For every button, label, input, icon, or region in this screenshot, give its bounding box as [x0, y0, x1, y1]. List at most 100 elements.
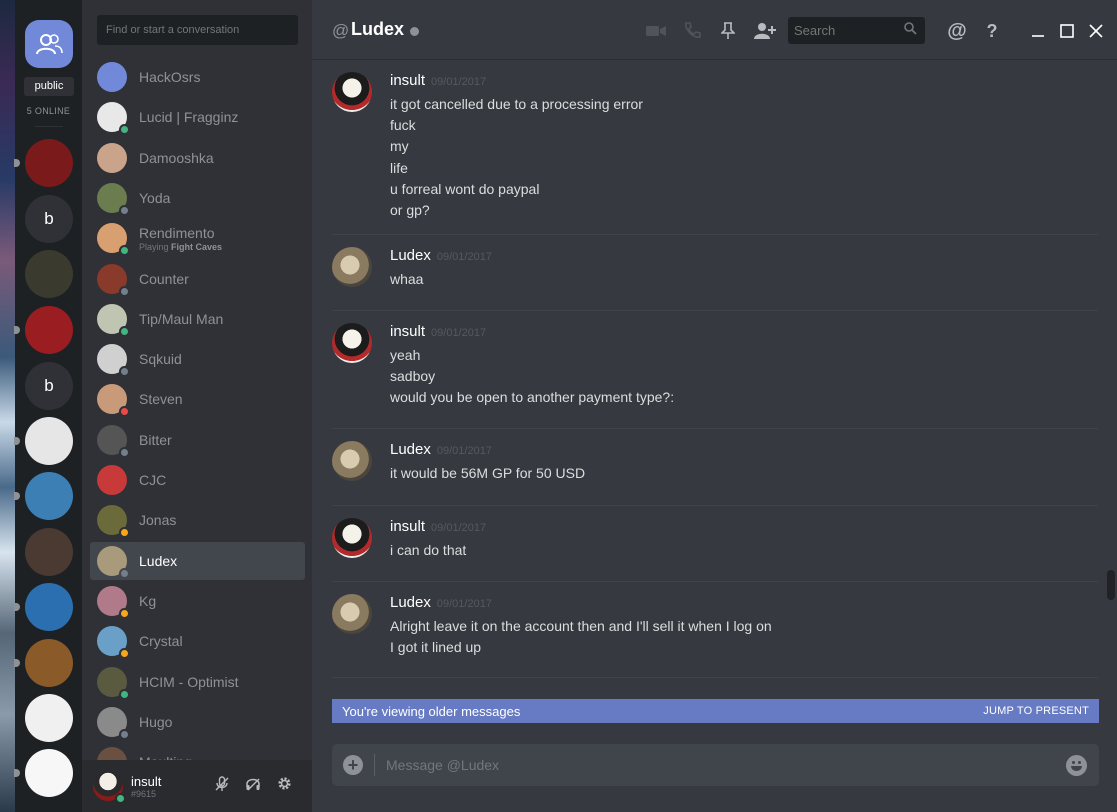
message-search[interactable] — [788, 17, 925, 44]
message-group: Ludex 09/01/2017 it would be 56M GP for 50… — [332, 429, 1098, 506]
message-text: u forreal wont do paypal — [390, 180, 540, 197]
dm-name: Damooshka — [139, 149, 214, 166]
older-messages-label: You're viewing older messages — [342, 703, 521, 719]
dm-item[interactable]: Yoda — [90, 179, 305, 217]
message-avatar[interactable] — [332, 594, 372, 634]
message-text: it got cancelled due to a processing err… — [390, 96, 643, 112]
dm-avatar — [97, 303, 130, 337]
conversation-search-input[interactable] — [97, 15, 298, 45]
status-dot — [119, 648, 130, 660]
dm-avatar — [97, 102, 130, 136]
message-author[interactable]: Ludex — [390, 441, 431, 458]
close-icon[interactable] — [1087, 20, 1105, 42]
message-avatar[interactable] — [332, 247, 372, 287]
server-icon[interactable] — [25, 583, 73, 631]
status-dot — [119, 406, 130, 418]
message-author[interactable]: Ludex — [390, 247, 431, 264]
message-avatar[interactable] — [332, 441, 372, 481]
message-timestamp: 09/01/2017 — [436, 598, 492, 610]
mentions-icon[interactable]: @ — [946, 20, 968, 42]
server-icon[interactable] — [25, 472, 73, 520]
dm-avatar — [97, 626, 130, 660]
dm-item[interactable]: Crystal — [90, 622, 305, 660]
message-avatar[interactable] — [332, 72, 372, 112]
dm-item[interactable]: Tip/Maul Man — [90, 300, 305, 338]
dm-avatar — [97, 585, 130, 619]
dm-item[interactable]: Bitter — [90, 421, 305, 459]
server-icon[interactable]: b — [25, 362, 73, 410]
dm-name: Sqkuid — [139, 351, 182, 368]
server-icon[interactable] — [25, 250, 73, 298]
dm-item[interactable]: Lucid | Fragginz — [90, 98, 305, 136]
dm-name: HCIM - Optimist — [139, 673, 239, 690]
emoji-icon[interactable] — [1066, 755, 1087, 776]
server-icon[interactable] — [25, 306, 73, 354]
server-icon[interactable] — [25, 417, 73, 465]
message-scrollbar[interactable] — [1107, 60, 1115, 740]
dm-item[interactable]: Counter — [90, 260, 305, 298]
message-group: Ludex 09/01/2017 Alright leave it on the a… — [332, 582, 1098, 678]
voice-call-icon[interactable] — [681, 20, 703, 42]
message-list[interactable]: insult 09/01/2017 it got cancelled due to … — [312, 60, 1107, 740]
mute-mic-icon[interactable] — [212, 776, 232, 796]
dm-item[interactable]: Jonas — [90, 501, 305, 539]
message-timestamp: 09/01/2017 — [431, 76, 487, 88]
home-button[interactable] — [25, 20, 73, 68]
server-icon[interactable] — [25, 639, 73, 687]
status-dot — [119, 204, 130, 216]
deafen-headphones-icon[interactable] — [243, 776, 263, 796]
dm-item[interactable]: Kg — [90, 582, 305, 620]
online-count: 5 ONLINE — [26, 106, 71, 116]
server-icon[interactable] — [25, 694, 73, 742]
search-icon — [904, 22, 917, 38]
dm-name: HackOsrs — [139, 69, 201, 85]
dm-item[interactable]: CJC — [90, 461, 305, 499]
message-text: my — [390, 138, 409, 155]
message-author[interactable]: insult — [390, 323, 425, 340]
dm-item[interactable]: Hugo — [90, 703, 305, 741]
message-timestamp: 09/01/2017 — [436, 251, 492, 263]
dm-avatar — [97, 263, 130, 297]
dm-avatar — [97, 142, 127, 173]
video-call-icon[interactable] — [645, 20, 667, 42]
add-friend-icon[interactable] — [753, 20, 777, 42]
upload-plus-icon[interactable]: + — [343, 755, 363, 775]
dm-item[interactable]: HackOsrs — [90, 58, 305, 96]
jump-to-present-button[interactable]: JUMP TO PRESENT — [983, 705, 1089, 717]
server-unread-pip — [14, 437, 20, 445]
message-text: sadboy — [390, 368, 436, 385]
maximize-icon[interactable] — [1058, 20, 1076, 42]
dm-activity: Playing Fight Caves — [139, 242, 222, 252]
message-text: whaa — [390, 271, 424, 287]
desktop-background-strip — [0, 0, 15, 812]
status-dot — [119, 124, 130, 136]
message-input[interactable] — [386, 744, 1046, 786]
dm-item[interactable]: Steven — [90, 380, 305, 418]
server-icon[interactable]: b — [25, 195, 73, 243]
dm-item[interactable]: Damooshka — [90, 139, 305, 177]
help-icon[interactable]: ? — [982, 20, 1002, 42]
dm-item[interactable]: Rendimento Playing Fight Caves — [90, 219, 305, 257]
user-avatar[interactable] — [93, 771, 126, 804]
dm-avatar — [97, 344, 130, 378]
message-avatar[interactable] — [332, 323, 372, 363]
server-icon[interactable] — [25, 749, 73, 797]
settings-gear-icon[interactable] — [274, 776, 294, 796]
pinned-messages-icon[interactable] — [718, 20, 738, 42]
message-author[interactable]: insult — [390, 72, 425, 89]
dm-item[interactable]: HCIM - Optimist — [90, 663, 305, 701]
message-author[interactable]: Ludex — [390, 594, 431, 611]
server-icon[interactable] — [25, 528, 73, 576]
dm-name: Tip/Maul Man — [139, 310, 224, 327]
message-text: yeah — [390, 347, 421, 363]
message-avatar[interactable] — [332, 518, 372, 558]
older-messages-banner: You're viewing older messages JUMP TO PR… — [332, 699, 1099, 723]
message-text: it would be 56M GP for 50 USD — [390, 465, 586, 481]
server-icon[interactable] — [25, 139, 73, 187]
dm-item[interactable]: Ludex — [90, 541, 305, 580]
dm-item[interactable]: Sqkuid — [90, 340, 305, 378]
minimize-icon[interactable] — [1029, 20, 1047, 42]
message-author[interactable]: insult — [390, 518, 425, 535]
scrollbar-thumb[interactable] — [1107, 570, 1115, 600]
dm-name: Kg — [139, 592, 157, 609]
